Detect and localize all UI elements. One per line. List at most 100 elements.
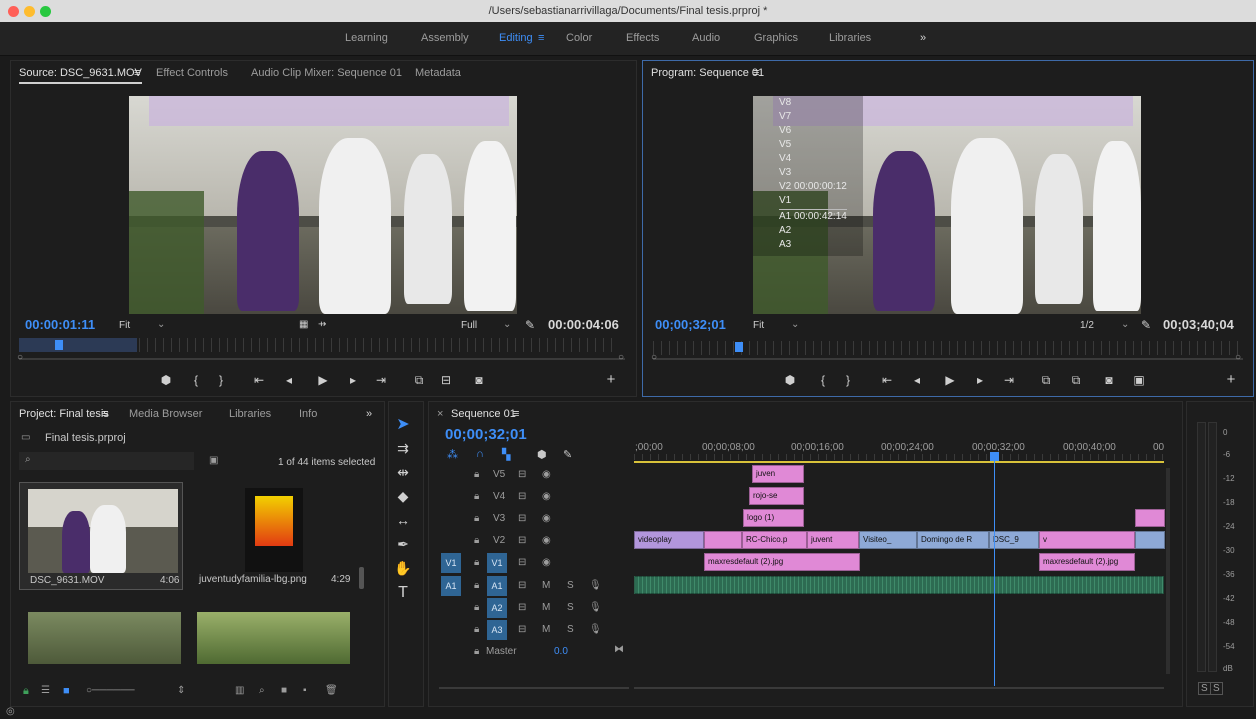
timeline-playhead-handle[interactable] — [990, 452, 999, 461]
go-to-in-icon[interactable]: ⇤ — [877, 373, 897, 387]
solo-button[interactable]: S — [567, 580, 574, 591]
button-editor-add-icon[interactable]: + — [1221, 371, 1241, 388]
project-search-input[interactable] — [19, 452, 194, 470]
mark-in-icon[interactable]: { — [186, 373, 206, 387]
clip-audio-a1[interactable] — [634, 576, 1164, 594]
source-current-timecode[interactable]: 00:00:01:11 — [25, 317, 95, 332]
tab-audio-clip-mixer[interactable]: Audio Clip Mixer: Sequence 01 — [251, 67, 402, 79]
list-view-icon[interactable]: ☰ — [41, 685, 50, 696]
workspace-editing[interactable]: Editing — [499, 32, 533, 44]
clip-dsc[interactable]: DSC_9 — [989, 531, 1039, 549]
linked-selection-icon[interactable]: ∩ — [476, 448, 484, 460]
chevron-down-icon[interactable]: ⌄ — [791, 319, 799, 330]
lock-icon[interactable]: 🔒︎ — [474, 513, 479, 524]
zoom-handle-right-icon[interactable]: ○ — [618, 352, 624, 363]
export-frame-icon[interactable]: ◙ — [469, 373, 489, 387]
mute-button[interactable]: M — [542, 602, 550, 613]
clip-v2-end[interactable] — [1135, 531, 1165, 549]
timeline-horizontal-scrollbar[interactable] — [634, 687, 1164, 689]
clip-small-a[interactable] — [704, 531, 742, 549]
step-forward-icon[interactable]: ▸ — [343, 373, 363, 387]
new-bin-from-search-icon[interactable]: ▣ — [209, 455, 218, 466]
tab-media-browser[interactable]: Media Browser — [129, 408, 202, 420]
sort-icon[interactable]: ⇕ — [177, 685, 185, 696]
workspace-audio[interactable]: Audio — [692, 32, 720, 44]
slip-tool-icon[interactable]: ↔ — [392, 512, 414, 534]
tab-source[interactable]: Source: DSC_9631.MOV — [19, 67, 142, 84]
solo-right-button[interactable]: S — [1210, 682, 1223, 695]
wrench-icon[interactable]: ✎ — [1141, 318, 1151, 332]
microphone-icon[interactable]: 🎙︎ — [589, 602, 602, 613]
clip-rojo[interactable]: rojo-se — [749, 487, 804, 505]
new-bin-icon[interactable]: ■ — [281, 685, 287, 696]
tab-sequence[interactable]: Sequence 01 — [451, 408, 516, 420]
drag-audio-icon[interactable]: ⇸ — [318, 319, 326, 330]
sync-lock-icon[interactable]: ⊟ — [518, 535, 526, 546]
export-frame-icon[interactable]: ◙ — [1099, 373, 1119, 387]
snap-icon[interactable]: ⁂ — [447, 448, 458, 461]
wrench-icon[interactable]: ✎ — [563, 448, 572, 461]
workspace-more-button[interactable]: » — [920, 32, 926, 44]
solo-button[interactable]: S — [567, 624, 574, 635]
tab-program[interactable]: Program: Sequence 01 — [651, 67, 764, 79]
clip-juven[interactable]: juven — [752, 465, 804, 483]
track-target-a2[interactable]: A2 — [487, 598, 507, 618]
marker-icon[interactable]: ⬢ — [537, 448, 547, 461]
mark-out-icon[interactable]: } — [838, 373, 858, 387]
work-area-bar[interactable] — [634, 461, 1164, 463]
zoom-handle-left-icon[interactable]: ○ — [17, 352, 23, 363]
program-menu-icon[interactable]: ≡ — [753, 67, 759, 79]
tab-libraries[interactable]: Libraries — [229, 408, 271, 420]
clip-rc-chico[interactable]: RC-Chico.p — [742, 531, 807, 549]
close-sequence-icon[interactable]: × — [437, 408, 443, 420]
source-patch-a1[interactable]: A1 — [441, 576, 461, 596]
tab-metadata[interactable]: Metadata — [415, 67, 461, 79]
workspace-menu-icon[interactable]: ≡ — [538, 32, 544, 44]
button-editor-add-icon[interactable]: + — [601, 371, 621, 388]
program-fit-select[interactable]: Fit — [753, 320, 764, 331]
clip-maxres-2[interactable]: maxresdefault (2).jpg — [1039, 553, 1135, 571]
sync-lock-icon[interactable]: ⊟ — [518, 491, 526, 502]
lock-icon[interactable]: 🔒︎ — [474, 646, 479, 657]
sync-lock-icon[interactable]: ⊟ — [518, 624, 526, 635]
selection-tool-icon[interactable]: ➤ — [392, 414, 414, 436]
close-window-button[interactable] — [8, 6, 19, 17]
tab-effect-controls[interactable]: Effect Controls — [156, 67, 228, 79]
mark-in-icon[interactable]: { — [813, 373, 833, 387]
zoom-window-button[interactable] — [40, 6, 51, 17]
source-quality-select[interactable]: Full — [461, 320, 477, 331]
workspace-learning[interactable]: Learning — [345, 32, 388, 44]
lock-icon[interactable]: 🔒︎ — [23, 685, 29, 698]
razor-tool-icon[interactable]: ◆ — [392, 488, 414, 510]
play-icon[interactable]: ▶ — [313, 373, 333, 387]
eye-icon[interactable]: ◉ — [542, 535, 551, 546]
clip-v3-end[interactable] — [1135, 509, 1165, 527]
project-menu-icon[interactable]: ≡ — [102, 408, 108, 420]
wrench-icon[interactable]: ✎ — [525, 318, 535, 332]
comparison-view-icon[interactable]: ▣ — [1129, 373, 1149, 387]
clip-logo[interactable]: logo (1) — [743, 509, 804, 527]
project-item-card[interactable] — [28, 612, 181, 664]
eye-icon[interactable]: ◉ — [542, 491, 551, 502]
sync-lock-icon[interactable]: ⊟ — [518, 580, 526, 591]
icon-view-icon[interactable]: ■ — [63, 685, 70, 697]
solo-left-button[interactable]: S — [1198, 682, 1211, 695]
lock-icon[interactable]: 🔒︎ — [474, 491, 479, 502]
program-quality-select[interactable]: 1/2 — [1080, 320, 1094, 331]
sync-lock-icon[interactable]: ⊟ — [518, 602, 526, 613]
microphone-icon[interactable]: 🎙︎ — [589, 580, 602, 591]
add-marker-icon[interactable]: ⬢ — [156, 373, 176, 387]
go-to-in-icon[interactable]: ⇤ — [249, 373, 269, 387]
zoom-handle-right-icon[interactable]: ○ — [1235, 352, 1241, 363]
zoom-slider[interactable]: ○────── — [86, 685, 135, 696]
step-forward-icon[interactable]: ▸ — [970, 373, 990, 387]
clip-domingo[interactable]: Domingo de R — [917, 531, 989, 549]
minimize-window-button[interactable] — [24, 6, 35, 17]
timeline-current-timecode[interactable]: 00;00;32;01 — [445, 426, 527, 443]
chevron-down-icon[interactable]: ⌄ — [157, 319, 165, 330]
add-marker-icon[interactable]: ⬢ — [780, 373, 800, 387]
eye-icon[interactable]: ◉ — [542, 557, 551, 568]
lock-icon[interactable]: 🔒︎ — [474, 535, 479, 546]
track-select-tool-icon[interactable]: ⇉ — [392, 440, 414, 462]
workspace-color[interactable]: Color — [566, 32, 592, 44]
